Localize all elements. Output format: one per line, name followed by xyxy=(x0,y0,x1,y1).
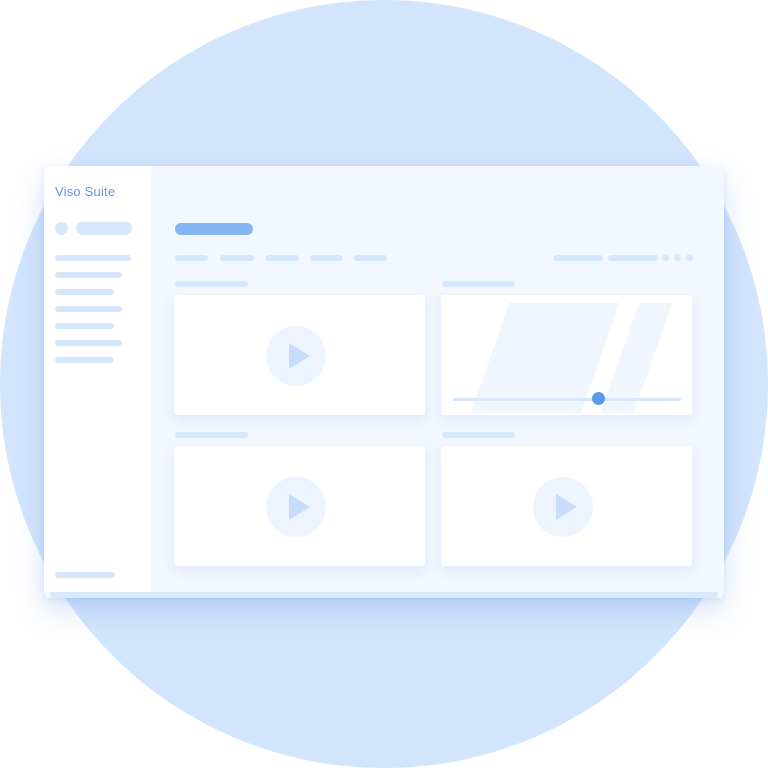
more-dot-icon[interactable] xyxy=(686,254,693,261)
sidebar-item-2[interactable] xyxy=(55,272,122,278)
tab-5[interactable] xyxy=(354,255,387,261)
sidebar-item-5[interactable] xyxy=(55,323,114,329)
tab-3[interactable] xyxy=(265,255,299,261)
filter-control[interactable] xyxy=(553,255,603,261)
more-dot-icon[interactable] xyxy=(674,254,681,261)
page-title-placeholder xyxy=(175,223,253,235)
video-card[interactable] xyxy=(441,446,692,566)
sort-control[interactable] xyxy=(608,255,658,261)
sidebar-item-7[interactable] xyxy=(55,357,114,363)
sidebar-item-3[interactable] xyxy=(55,289,114,295)
card-label xyxy=(442,281,515,287)
sidebar-item-6[interactable] xyxy=(55,340,122,346)
sidebar: Viso Suite xyxy=(44,166,151,592)
video-card[interactable] xyxy=(174,295,425,415)
sidebar-item-1[interactable] xyxy=(55,255,131,261)
play-icon xyxy=(289,343,310,369)
timeline-track[interactable] xyxy=(453,398,681,401)
avatar[interactable] xyxy=(55,222,68,235)
sidebar-item-4[interactable] xyxy=(55,306,122,312)
user-name-placeholder[interactable] xyxy=(76,222,132,235)
video-scrubber-card[interactable] xyxy=(441,295,692,415)
card-label xyxy=(175,281,248,287)
window-bottom-edge xyxy=(50,592,718,598)
card-label xyxy=(442,432,515,438)
play-button[interactable] xyxy=(266,477,326,537)
video-card[interactable] xyxy=(174,446,425,566)
app-title: Viso Suite xyxy=(55,184,116,199)
more-dot-icon[interactable] xyxy=(662,254,669,261)
play-icon xyxy=(556,494,577,520)
tab-1[interactable] xyxy=(175,255,208,261)
play-button[interactable] xyxy=(266,326,326,386)
video-frame-graphic xyxy=(471,303,672,413)
tab-2[interactable] xyxy=(220,255,254,261)
sidebar-footer-item[interactable] xyxy=(55,572,115,578)
card-label xyxy=(175,432,248,438)
app-window: Viso Suite xyxy=(44,166,724,598)
main-content xyxy=(151,166,724,592)
play-icon xyxy=(289,494,310,520)
tab-4[interactable] xyxy=(310,255,343,261)
play-button[interactable] xyxy=(533,477,593,537)
